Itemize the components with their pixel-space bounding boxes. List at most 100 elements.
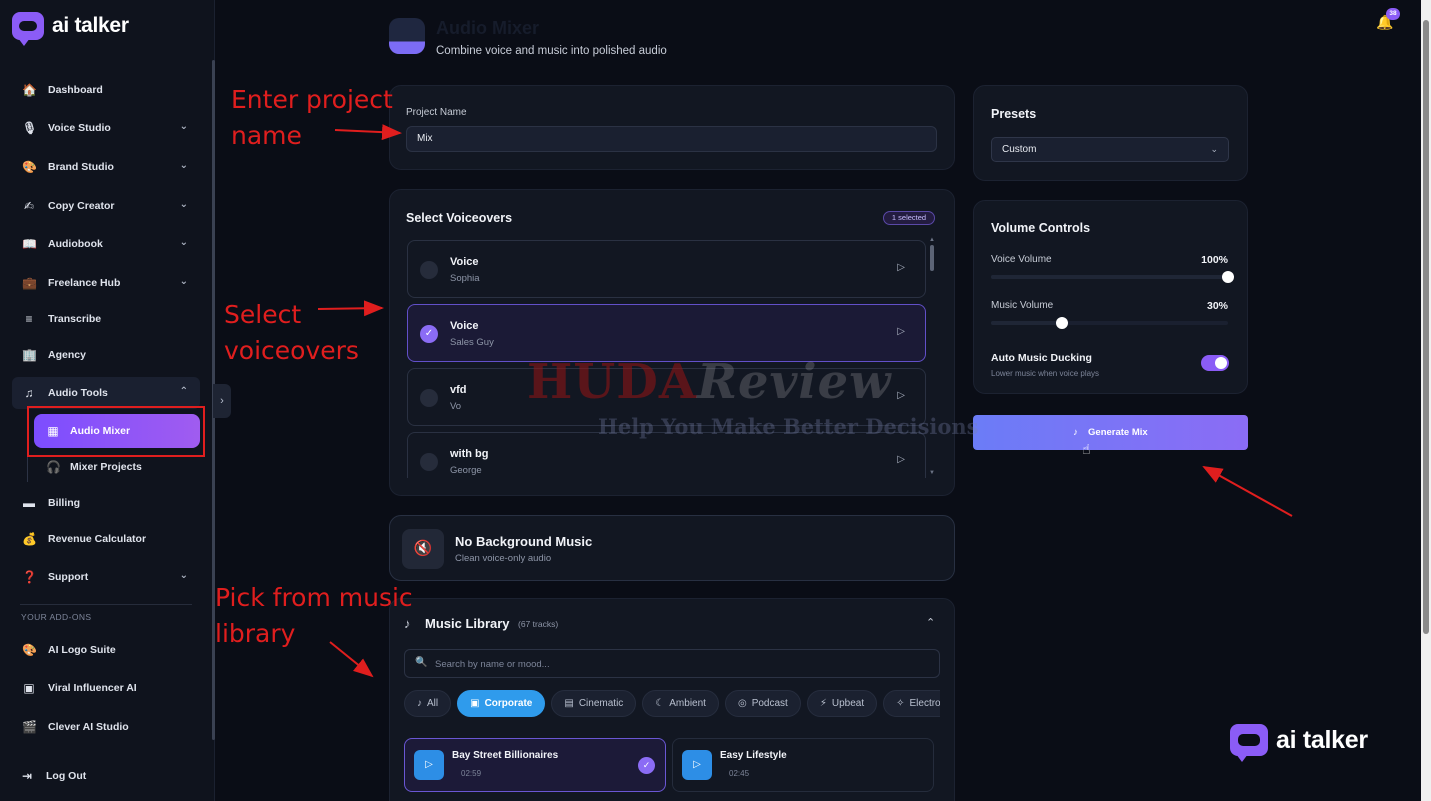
music-track[interactable]: ▷ Easy Lifestyle 02:45 [672,738,934,792]
logout-button[interactable]: ⇥ Log Out [10,760,198,792]
no-music-title: No Background Music [455,534,593,549]
annotation-pick-music: Pick from music library [215,580,413,652]
generate-mix-button[interactable]: ♪ Generate Mix [973,415,1248,450]
voice-volume-value: 100% [1201,254,1228,266]
voiceover-item[interactable]: Voice Sophia ▷ [407,240,926,298]
sidebar-divider [20,604,192,605]
chevron-up-icon[interactable]: ⌃ [926,616,935,629]
presets-title: Presets [991,107,1037,121]
voiceover-list-scrollbar[interactable] [930,245,934,271]
play-icon[interactable]: ▷ [897,262,905,273]
no-music-subtitle: Clean voice-only audio [455,553,552,564]
chevron-down-icon: ⌄ [1210,144,1218,154]
music-library-title: Music Library [425,616,510,631]
chip-cinematic[interactable]: ▤ Cinematic [551,690,637,717]
sidebar-collapse-button[interactable]: › [213,384,231,418]
watermark-tagline: Help You Make Better Decisions [598,414,979,439]
sidebar-item-label: Dashboard [48,84,103,96]
chevron-down-icon: ⌄ [179,570,188,581]
track-duration: 02:45 [729,769,750,778]
sidebar-item-brand-studio[interactable]: 🎨 Brand Studio ⌄ [12,151,200,183]
genre-filter-chips: ♪ All ▣ Corporate ▤ Cinematic ☾ Ambient ◎ Pod… [404,690,940,717]
addons-heading: YOUR ADD-ONS [21,612,92,622]
arrow-to-generate-mix [1202,466,1293,517]
sidebar-item-label: Billing [48,497,81,509]
auto-ducking-toggle[interactable] [1201,355,1229,371]
music-track-selected[interactable]: ▷ Bay Street Billionaires 02:59 ✓ [404,738,666,792]
track-name: Easy Lifestyle [720,750,787,761]
project-name-input[interactable]: Mix [406,126,937,152]
voice-volume-slider[interactable] [991,271,1234,283]
film-icon: ▤ [564,698,574,709]
sidebar-item-transcribe[interactable]: ≡ Transcribe [12,303,200,335]
music-volume-slider[interactable] [991,317,1228,329]
sidebar-item-dashboard[interactable]: 🏠 Dashboard [12,74,200,106]
slider-handle[interactable] [1056,317,1069,329]
slider-fill [991,275,1228,279]
voiceover-radio[interactable] [420,389,438,407]
sidebar-item-label: Revenue Calculator [48,533,147,545]
writing-hand-icon: ✍ [23,199,35,213]
sidebar-item-label: AI Logo Suite [48,644,116,656]
volume-controls-title: Volume Controls [991,221,1091,235]
voiceover-radio[interactable] [420,261,438,279]
search-icon: 🔍 [415,657,428,668]
music-note-icon: ♪ [417,698,422,709]
sidebar-item-billing[interactable]: ▬ Billing [12,487,200,519]
play-icon[interactable]: ▷ [897,454,905,465]
search-placeholder: Search by name or mood... [435,659,550,670]
money-bag-icon: 💰 [22,532,37,546]
annotation-line: Select [224,300,302,329]
sidebar-item-support[interactable]: ❓ Support ⌄ [12,561,200,593]
logout-icon: ⇥ [21,769,33,783]
chip-podcast[interactable]: ◎ Podcast [724,690,801,717]
sidebar-item-audiobook[interactable]: 📖 Audiobook ⌄ [12,228,200,260]
music-search-input[interactable]: 🔍 Search by name or mood... [404,649,940,678]
sidebar-item-ai-logo-suite[interactable]: 🎨 AI Logo Suite [12,634,200,666]
sidebar-item-audio-tools[interactable]: ♫ Audio Tools ⌃ [12,377,200,409]
sidebar-item-voice-studio[interactable]: 🎙 Voice Studio ⌄ [12,112,200,144]
voiceover-radio[interactable] [420,453,438,471]
page-scrollbar[interactable] [1421,0,1431,801]
sidebar-item-revenue-calculator[interactable]: 💰 Revenue Calculator [12,523,200,555]
chip-upbeat[interactable]: ⚡ Upbeat [806,690,878,717]
chip-ambient[interactable]: ☾ Ambient [642,690,719,717]
logout-label: Log Out [46,770,87,782]
home-icon: 🏠 [22,83,37,97]
music-note-icon: ♫ [24,386,34,400]
music-note-icon: ♪ [1073,427,1079,438]
check-icon[interactable]: ✓ [420,325,438,343]
voiceover-name: with bg [450,448,489,460]
scroll-down-arrow-icon[interactable]: ▼ [929,470,935,476]
slider-handle[interactable] [1222,271,1234,283]
chip-electronic[interactable]: ✧ Electron [883,690,940,717]
play-icon[interactable]: ▷ [897,390,905,401]
play-icon[interactable]: ▷ [897,326,905,337]
selected-count-badge: 1 selected [883,211,935,225]
annotation-enter-project-name: Enter project name [231,82,393,154]
lightning-icon: ⚡ [819,698,827,709]
page-scrollbar-thumb[interactable] [1423,20,1429,634]
sidebar-item-agency[interactable]: 🏢 Agency [12,339,200,371]
sidebar: ai talker 🏠 Dashboard 🎙 Voice Studio ⌄ 🎨 Bra… [0,0,215,801]
preset-select[interactable]: Custom ⌄ [991,137,1229,162]
sidebar-item-copy-creator[interactable]: ✍ Copy Creator ⌄ [12,190,200,222]
scroll-up-arrow-icon[interactable]: ▲ [929,237,935,243]
sidebar-item-freelance-hub[interactable]: 💼 Freelance Hub ⌄ [12,267,200,299]
app-logo[interactable]: ai talker [12,12,129,46]
sidebar-item-label: Agency [48,349,86,361]
sidebar-item-label: Transcribe [48,313,102,325]
sidebar-item-clever-ai-studio[interactable]: 🎬 Clever AI Studio [12,711,200,743]
palette-icon: 🎨 [22,643,37,657]
annotation-line: voiceovers [224,336,359,365]
presets-card [973,85,1248,181]
chevron-down-icon: ⌄ [179,276,188,287]
play-icon[interactable]: ▷ [682,750,712,780]
chip-all[interactable]: ♪ All [404,690,452,717]
watermark-logo: HUDAReview [527,354,892,410]
chip-label: Corporate [484,698,533,709]
auto-ducking-title: Auto Music Ducking [991,352,1092,364]
sidebar-item-viral-influencer-ai[interactable]: ▣ Viral Influencer AI [12,672,200,704]
chip-corporate[interactable]: ▣ Corporate [457,690,546,717]
play-icon[interactable]: ▷ [414,750,444,780]
